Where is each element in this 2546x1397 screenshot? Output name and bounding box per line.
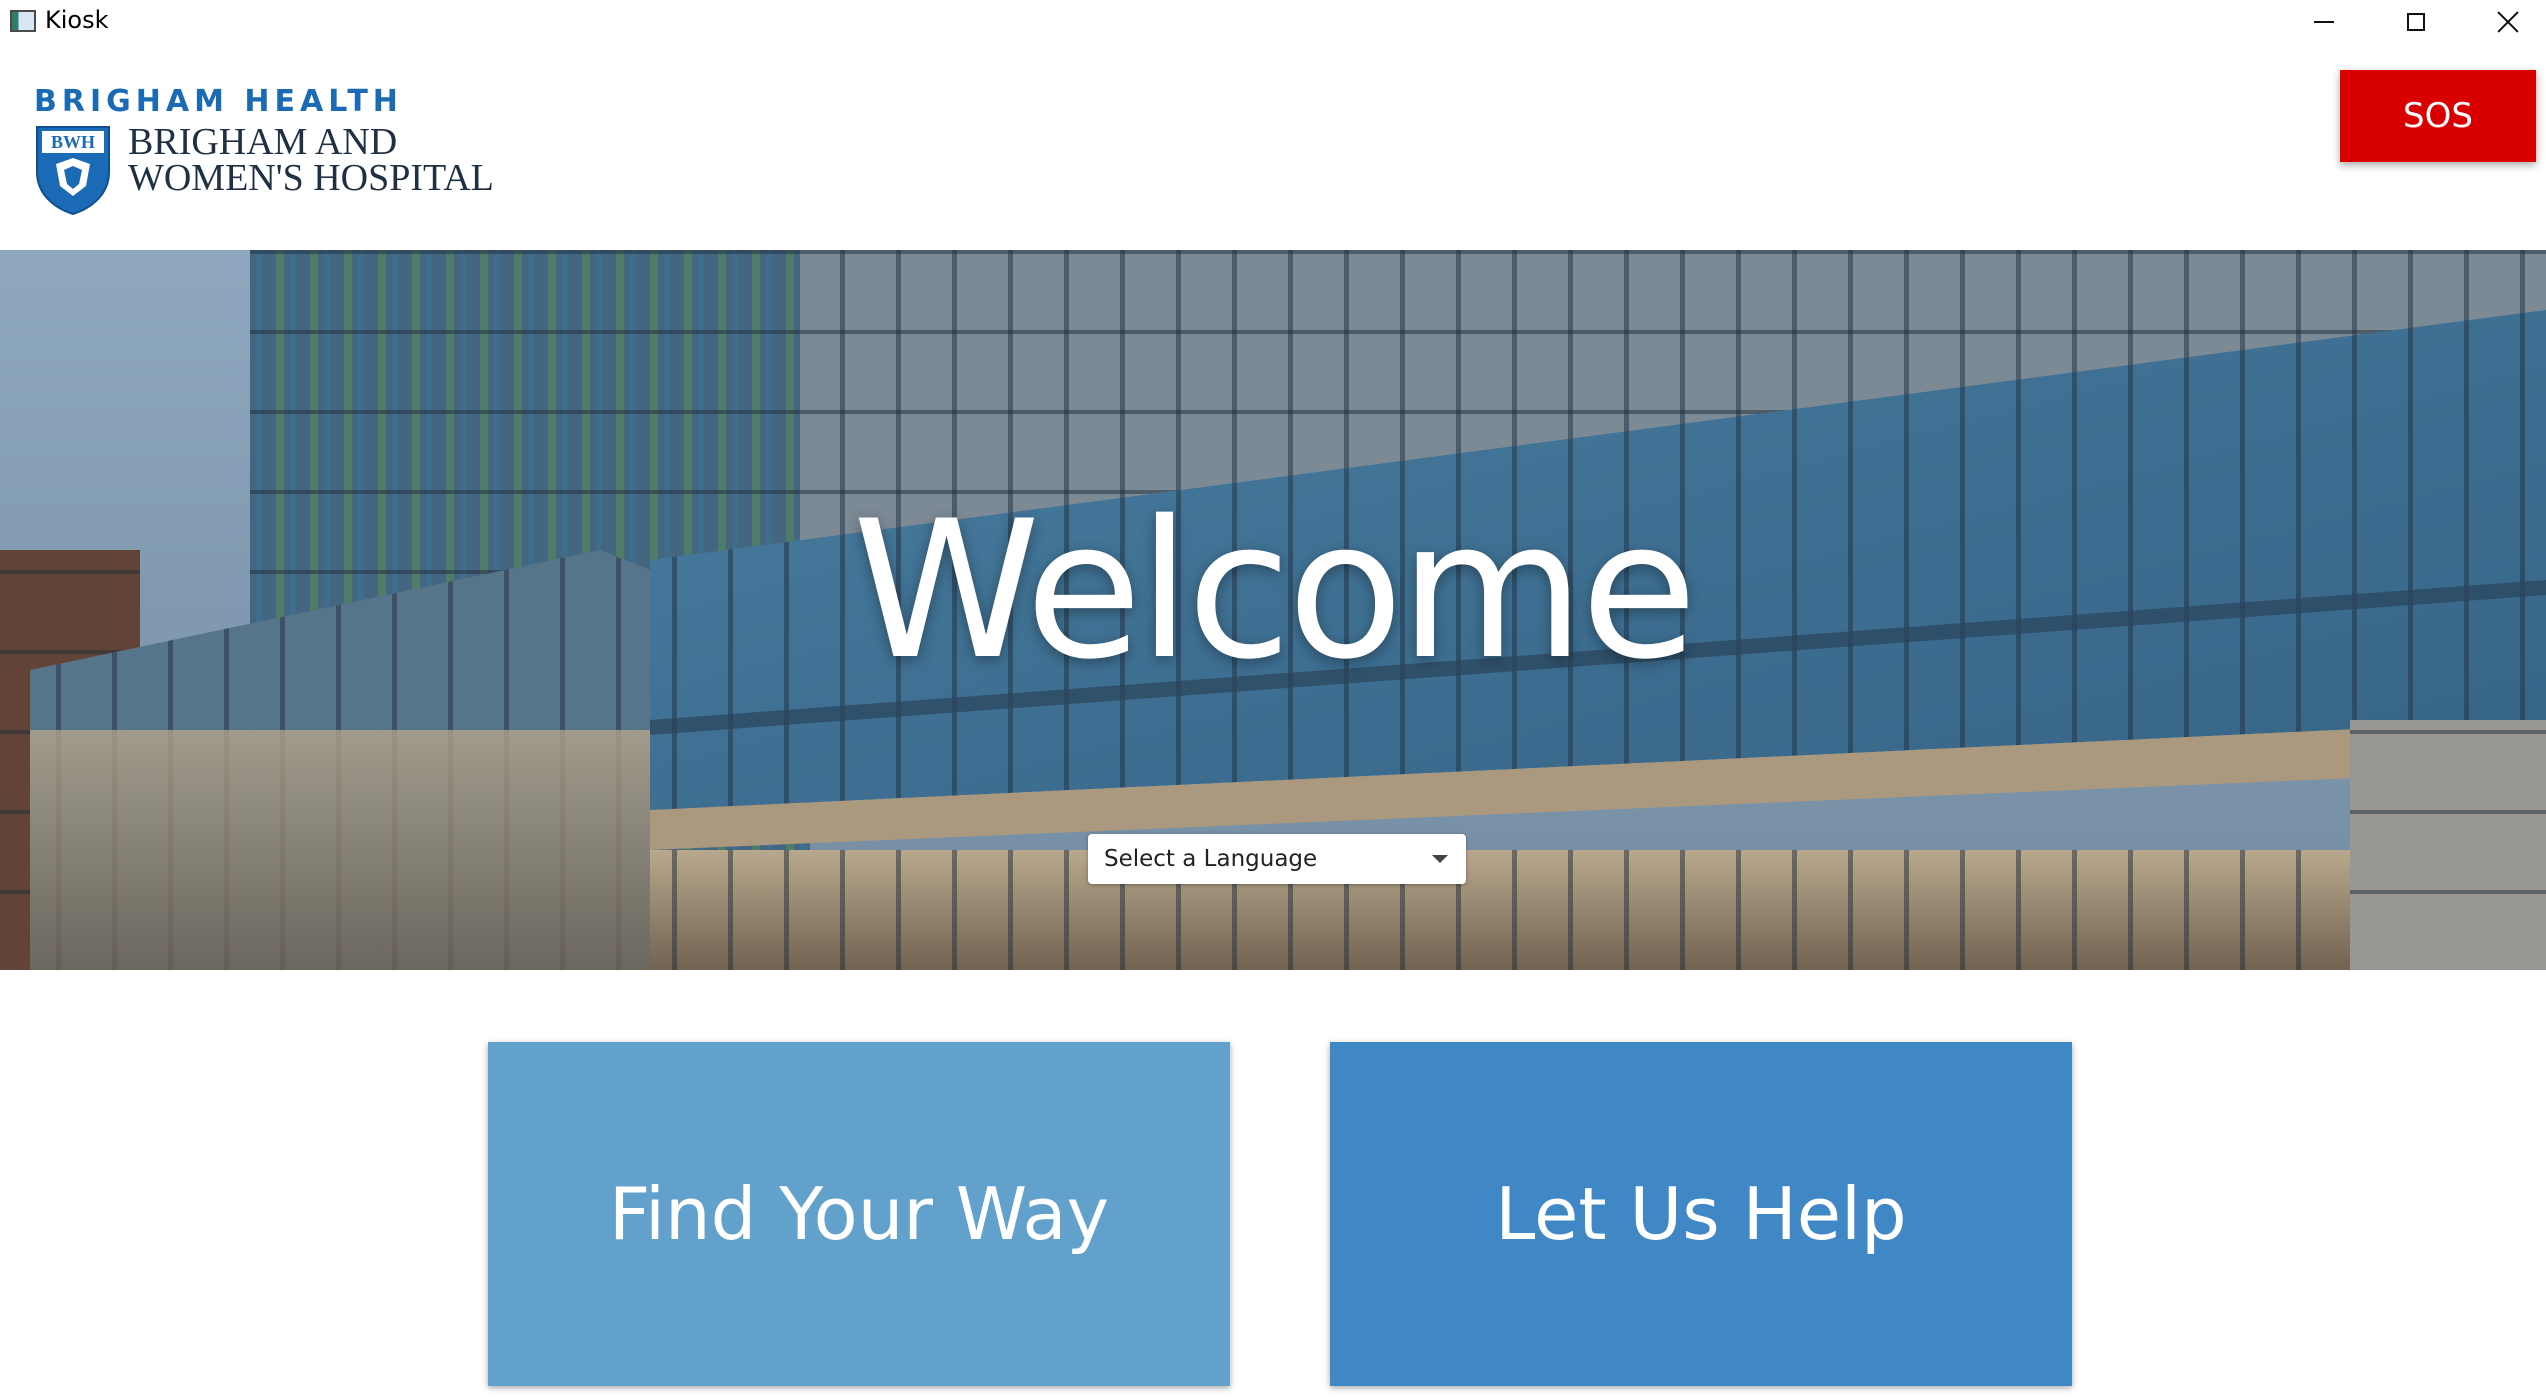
brand-name: BRIGHAM HEALTH (34, 84, 403, 119)
let-us-help-label: Let Us Help (1495, 1172, 1907, 1256)
welcome-title: Welcome (852, 480, 1697, 701)
hospital-name-line1: BRIGHAM AND (128, 121, 398, 163)
title-bar: Kiosk (0, 0, 2546, 44)
find-your-way-button[interactable]: Find Your Way (488, 1042, 1230, 1386)
minimize-icon (2314, 21, 2334, 23)
bwh-shield-icon: BWH (36, 126, 110, 216)
kiosk-app-icon (10, 10, 36, 32)
window-title: Kiosk (45, 6, 109, 34)
hero-banner: Welcome Select a Language (0, 250, 2546, 970)
hospital-name: BRIGHAM AND WOMEN'S HOSPITAL (128, 121, 494, 199)
sos-button[interactable]: SOS (2340, 70, 2536, 162)
close-icon (2496, 10, 2520, 34)
brigham-logo: BRIGHAM HEALTH BWH BRIGHAM AND WOMEN'S H… (34, 84, 494, 264)
header: BRIGHAM HEALTH BWH BRIGHAM AND WOMEN'S H… (0, 44, 2546, 250)
maximize-icon (2407, 13, 2425, 31)
shield-text: BWH (51, 132, 95, 152)
find-your-way-label: Find Your Way (608, 1172, 1110, 1256)
close-button[interactable] (2462, 0, 2546, 44)
hospital-name-line2: WOMEN'S HOSPITAL (128, 157, 494, 199)
language-select-value: Select a Language (1104, 846, 1318, 872)
let-us-help-button[interactable]: Let Us Help (1330, 1042, 2072, 1386)
kiosk-window: Kiosk BRIGHAM HEALTH BWH BRIGHAM AND WOM… (0, 0, 2546, 1397)
language-select[interactable]: Select a Language (1088, 834, 1466, 884)
maximize-button[interactable] (2370, 0, 2462, 44)
minimize-button[interactable] (2278, 0, 2370, 44)
dropdown-arrow-icon (1432, 855, 1448, 863)
